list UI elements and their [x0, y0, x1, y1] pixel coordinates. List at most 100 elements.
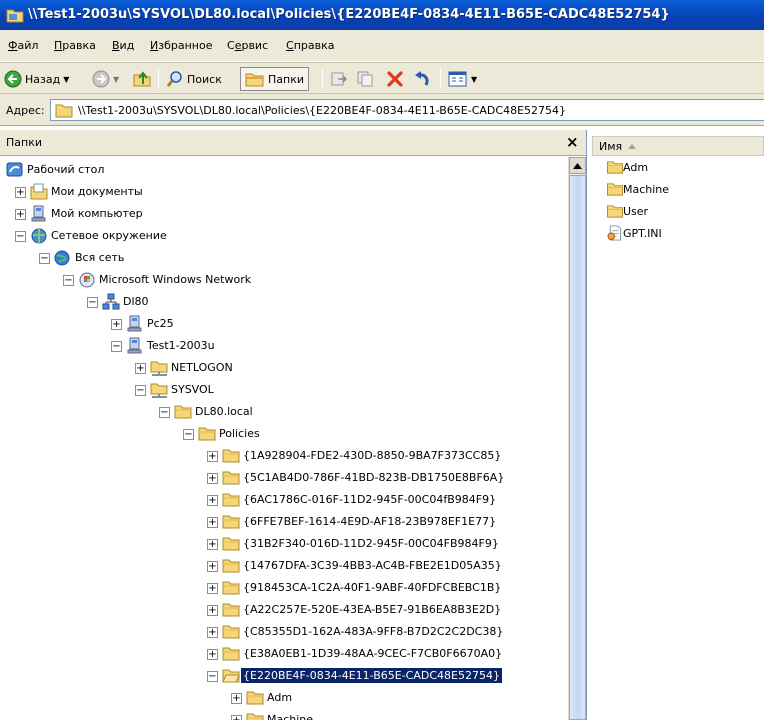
collapse-toggle[interactable]: − — [87, 297, 98, 308]
expand-toggle[interactable]: + — [15, 187, 26, 198]
forward-button[interactable]: ▼ — [92, 67, 119, 91]
column-header-name[interactable]: Имя — [592, 136, 764, 156]
file-list-item[interactable]: Machine — [606, 180, 756, 200]
collapse-toggle[interactable]: − — [207, 671, 218, 682]
folder-open-icon — [222, 669, 240, 683]
expand-toggle[interactable]: + — [207, 561, 218, 572]
menu-help[interactable]: Справка — [286, 39, 334, 52]
vertical-scrollbar[interactable] — [568, 157, 586, 720]
title-bar[interactable]: \\Test1-2003u\SYSVOL\DL80.local\Policies… — [0, 0, 764, 30]
tree-item[interactable]: + NETLOGON — [0, 358, 568, 378]
file-list-item[interactable]: GPT.INI — [606, 224, 756, 244]
search-icon — [166, 71, 182, 87]
expand-toggle[interactable]: + — [111, 319, 122, 330]
tree-item-label: Рабочий стол — [27, 163, 105, 176]
expand-toggle[interactable]: + — [207, 473, 218, 484]
tree-item[interactable]: + {A22C257E-520E-43EA-B5E7-91B6EA8B3E2D} — [0, 600, 568, 620]
tree-item[interactable]: − {E220BE4F-0834-4E11-B65E-CADC48E52754} — [0, 666, 568, 686]
folders-icon — [245, 73, 264, 87]
expand-toggle[interactable]: + — [135, 363, 146, 374]
tree-item[interactable]: Рабочий стол — [0, 160, 568, 180]
tree-item[interactable]: + Pc25 — [0, 314, 568, 334]
tree-item-label: Pc25 — [147, 317, 174, 330]
tree-item[interactable]: − Microsoft Windows Network — [0, 270, 568, 290]
tree-item[interactable]: + Мои документы — [0, 182, 568, 202]
back-dropdown-icon[interactable]: ▼ — [63, 75, 69, 84]
folders-button[interactable]: Папки — [240, 67, 309, 91]
tree-item[interactable]: + {918453CA-1C2A-40F1-9ABF-40FDFCBEBC1B} — [0, 578, 568, 598]
collapse-toggle[interactable]: − — [63, 275, 74, 286]
expand-toggle[interactable]: + — [15, 209, 26, 220]
delete-button[interactable] — [386, 67, 404, 91]
move-to-button[interactable] — [330, 67, 348, 91]
search-button[interactable]: Поиск — [166, 67, 222, 91]
ini-file-icon — [607, 225, 622, 241]
tree-item[interactable]: − Policies — [0, 424, 568, 444]
scrollbar-thumb[interactable] — [569, 175, 586, 720]
file-list-item-label: User — [623, 205, 649, 218]
folder-icon — [222, 603, 240, 617]
menu-favorites[interactable]: Избранное — [150, 39, 212, 52]
tree-item[interactable]: + {31B2F340-016D-11D2-945F-00C04FB984F9} — [0, 534, 568, 554]
expand-toggle[interactable]: + — [231, 715, 242, 720]
address-field[interactable]: \\Test1-2003u\SYSVOL\DL80.local\Policies… — [50, 99, 764, 121]
tree-item[interactable]: − Dl80 — [0, 292, 568, 312]
file-list-item[interactable]: User — [606, 202, 756, 222]
tree-item-label: Test1-2003u — [147, 339, 215, 352]
menu-edit[interactable]: Правка — [54, 39, 96, 52]
views-dropdown-icon[interactable]: ▼ — [471, 75, 477, 84]
tree-item[interactable]: + {14767DFA-3C39-4BB3-AC4B-FBE2E1D05A35} — [0, 556, 568, 576]
forward-dropdown-icon[interactable]: ▼ — [113, 75, 119, 84]
collapse-toggle[interactable]: − — [111, 341, 122, 352]
file-list-item[interactable]: Adm — [606, 158, 756, 178]
tree-item[interactable]: − Вся сеть — [0, 248, 568, 268]
menu-view[interactable]: Вид — [112, 39, 134, 52]
collapse-toggle[interactable]: − — [135, 385, 146, 396]
views-button[interactable]: ▼ — [448, 67, 477, 91]
expand-toggle[interactable]: + — [207, 495, 218, 506]
expand-toggle[interactable]: + — [207, 583, 218, 594]
back-button[interactable]: Назад ▼ — [4, 67, 69, 91]
undo-button[interactable] — [412, 67, 430, 91]
expand-toggle[interactable]: + — [207, 649, 218, 660]
tree-item[interactable]: + {1A928904-FDE2-430D-8850-9BA7F373CC85} — [0, 446, 568, 466]
tree-item[interactable]: − SYSVOL — [0, 380, 568, 400]
folder-icon — [607, 205, 623, 218]
up-folder-button[interactable] — [132, 67, 152, 91]
folder-icon — [222, 537, 240, 551]
expand-toggle[interactable]: + — [207, 539, 218, 550]
tree-item-label: {918453CA-1C2A-40F1-9ABF-40FDFCBEBC1B} — [243, 581, 502, 594]
tree-item[interactable]: + {C85355D1-162A-483A-9FF8-B7D2C2C2DC38} — [0, 622, 568, 642]
tree-item[interactable]: + Machine — [0, 710, 568, 720]
expand-toggle[interactable]: + — [207, 451, 218, 462]
forward-arrow-icon — [92, 70, 110, 88]
expand-toggle[interactable]: + — [207, 605, 218, 616]
tree-item[interactable]: + {E38A0EB1-1D39-48AA-9CEC-F7CB0F6670A0} — [0, 644, 568, 664]
collapse-toggle[interactable]: − — [39, 253, 50, 264]
tree-item[interactable]: − Test1-2003u — [0, 336, 568, 356]
toolbar-separator — [322, 69, 323, 89]
collapse-toggle[interactable]: − — [183, 429, 194, 440]
collapse-toggle[interactable]: − — [15, 231, 26, 242]
tree-item[interactable]: + {5C1AB4D0-786F-41BD-823B-DB1750E8BF6A} — [0, 468, 568, 488]
folder-icon — [222, 515, 240, 529]
close-pane-icon[interactable]: × — [566, 133, 579, 151]
scroll-up-button[interactable] — [569, 157, 586, 174]
expand-toggle[interactable]: + — [207, 627, 218, 638]
tree-item[interactable]: + Adm — [0, 688, 568, 708]
menu-tools[interactable]: Сервис — [227, 39, 268, 52]
tree-item[interactable]: + {6FFE7BEF-1614-4E9D-AF18-23B978EF1E77} — [0, 512, 568, 532]
undo-icon — [415, 71, 429, 86]
tree-item[interactable]: + Мой компьютер — [0, 204, 568, 224]
expand-toggle[interactable]: + — [207, 517, 218, 528]
tree-item-label: Мой компьютер — [51, 207, 143, 220]
expand-toggle[interactable]: + — [231, 693, 242, 704]
tree-item[interactable]: − Сетевое окружение — [0, 226, 568, 246]
tree-item[interactable]: − DL80.local — [0, 402, 568, 422]
menu-file[interactable]: Файл — [8, 39, 38, 52]
collapse-toggle[interactable]: − — [159, 407, 170, 418]
copy-to-button[interactable] — [356, 67, 374, 91]
back-label: Назад — [25, 72, 61, 86]
tree-item-label: NETLOGON — [171, 361, 233, 374]
tree-item[interactable]: + {6AC1786C-016F-11D2-945F-00C04fB984F9} — [0, 490, 568, 510]
